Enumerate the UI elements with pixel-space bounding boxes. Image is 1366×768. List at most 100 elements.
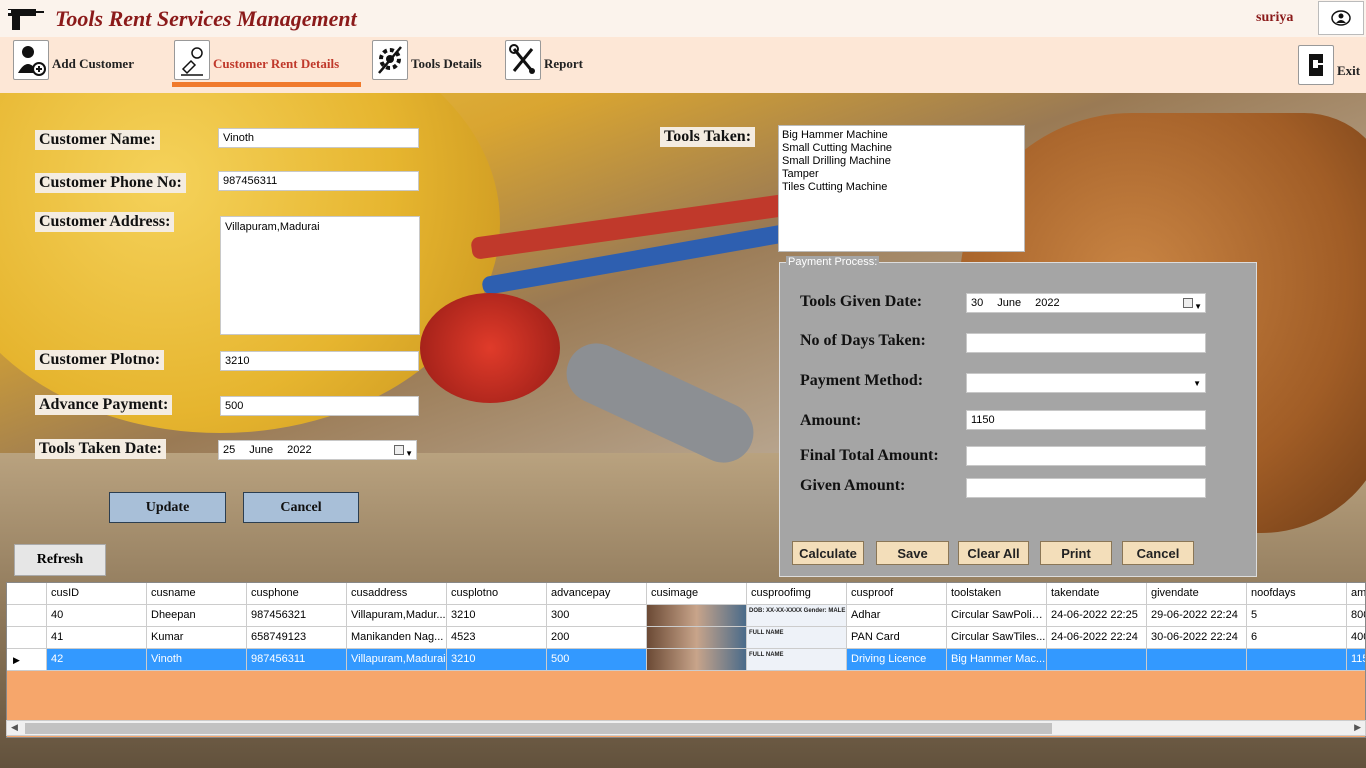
table-cell[interactable]: 987456311 [247,649,347,671]
tools-taken-date-picker[interactable]: 25 June 2022 ▼ [218,440,417,460]
table-cell[interactable]: 41 [47,627,147,649]
table-cell[interactable]: 400 [1347,627,1365,649]
row-header[interactable] [7,605,47,627]
nav-customer-rent-details[interactable]: Customer Rent Details [174,40,339,80]
table-cell[interactable] [1247,649,1347,671]
table-cell[interactable]: 300 [547,605,647,627]
cusimage-thumbnail[interactable] [647,649,747,671]
nav-report[interactable]: Report [505,40,583,80]
table-cell[interactable]: 658749123 [247,627,347,649]
save-button[interactable]: Save [876,541,949,565]
table-cell[interactable]: 987456321 [247,605,347,627]
table-cell[interactable]: Driving Licence [847,649,947,671]
table-cell[interactable]: 3210 [447,649,547,671]
table-cell[interactable]: 115 [1347,649,1365,671]
payment-cancel-button[interactable]: Cancel [1122,541,1194,565]
table-cell[interactable]: 800 [1347,605,1365,627]
tools-given-date-picker[interactable]: 30 June 2022 ▼ [966,293,1206,313]
table-cell[interactable]: 24-06-2022 22:24 [1047,627,1147,649]
table-cell[interactable]: Circular SawPolis... [947,605,1047,627]
grid-column-header[interactable]: cusplotno [447,583,547,605]
cusimage-thumbnail[interactable] [647,627,747,649]
grid-column-header[interactable]: cusproofimg [747,583,847,605]
row-header[interactable] [7,627,47,649]
table-cell[interactable] [1147,649,1247,671]
table-cell[interactable]: Adhar [847,605,947,627]
drill-shape [420,293,560,403]
table-cell[interactable]: 29-06-2022 22:24 [1147,605,1247,627]
payment-method-select[interactable]: ▼ [966,373,1206,393]
table-cell[interactable]: 6 [1247,627,1347,649]
table-cell[interactable]: Circular SawTiles... [947,627,1047,649]
cusproofimg-thumbnail[interactable]: DOB: XX-XX-XXXX Gender: MALE [747,605,847,627]
scroll-right-icon[interactable]: ▶ [1354,722,1361,733]
table-cell[interactable]: 42 [47,649,147,671]
nav-tools-details[interactable]: Tools Details [372,40,482,80]
clear-all-button[interactable]: Clear All [958,541,1029,565]
scroll-left-icon[interactable]: ◀ [11,722,18,733]
final-total-amount-input[interactable] [966,446,1206,466]
user-account-button[interactable] [1318,1,1364,35]
customer-phone-input[interactable]: 987456311 [218,171,419,191]
customer-rent-grid[interactable]: cusID cusname cusphone cusaddress cusplotno a… [6,582,1366,738]
given-amount-input[interactable] [966,478,1206,498]
grid-horizontal-scrollbar[interactable]: ◀ ▶ [6,720,1366,736]
cusimage-thumbnail[interactable] [647,605,747,627]
tools-list-item[interactable]: Tamper [782,168,1021,181]
table-cell[interactable]: 30-06-2022 22:24 [1147,627,1247,649]
tools-list-item[interactable]: Big Hammer Machine [782,129,1021,142]
tools-list-item[interactable]: Small Drilling Machine [782,155,1021,168]
amount-input[interactable]: 1150 [966,410,1206,430]
grid-column-header[interactable]: advancepay [547,583,647,605]
table-cell[interactable] [1047,649,1147,671]
nav-add-customer[interactable]: Add Customer [13,40,134,80]
table-cell[interactable]: 3210 [447,605,547,627]
cancel-button[interactable]: Cancel [243,492,359,523]
advance-payment-input[interactable]: 500 [220,396,419,416]
table-row[interactable]: 41 Kumar 658749123 Manikanden Nag... 4523 200… [7,627,1365,649]
grid-column-header[interactable]: cusimage [647,583,747,605]
cusproofimg-thumbnail[interactable]: FULL NAME [747,649,847,671]
table-row[interactable]: ▶ 42 Vinoth 987456311 Villapuram,Madurai 3210… [7,649,1365,671]
table-row[interactable]: 40 Dheepan 987456321 Villapuram,Madur... 321… [7,605,1365,627]
row-header[interactable]: ▶ [7,649,47,671]
table-cell[interactable]: Manikanden Nag... [347,627,447,649]
grid-column-header[interactable]: cusname [147,583,247,605]
grid-column-header[interactable]: cusaddress [347,583,447,605]
table-cell[interactable]: 4523 [447,627,547,649]
days-taken-input[interactable] [966,333,1206,353]
grid-column-header[interactable]: cusID [47,583,147,605]
calculate-button[interactable]: Calculate [792,541,864,565]
customer-plotno-input[interactable]: 3210 [220,351,419,371]
tools-list-item[interactable]: Small Cutting Machine [782,142,1021,155]
update-button[interactable]: Update [109,492,226,523]
table-cell[interactable]: PAN Card [847,627,947,649]
table-cell[interactable]: 200 [547,627,647,649]
cusproofimg-thumbnail[interactable]: FULL NAME [747,627,847,649]
tools-taken-list[interactable]: Big Hammer Machine Small Cutting Machine… [778,125,1025,252]
table-cell[interactable]: Kumar [147,627,247,649]
exit-button[interactable]: Exit [1298,45,1360,85]
scrollbar-thumb[interactable] [25,723,1052,734]
table-cell[interactable]: 40 [47,605,147,627]
customer-name-input[interactable]: Vinoth [218,128,419,148]
grid-column-header[interactable]: cusphone [247,583,347,605]
refresh-button[interactable]: Refresh [14,544,106,576]
grid-column-header[interactable]: am [1347,583,1365,605]
table-cell[interactable]: Villapuram,Madurai [347,649,447,671]
table-cell[interactable]: Big Hammer Mac... [947,649,1047,671]
grid-column-header[interactable]: cusproof [847,583,947,605]
grid-column-header[interactable]: noofdays [1247,583,1347,605]
table-cell[interactable]: 5 [1247,605,1347,627]
table-cell[interactable]: 24-06-2022 22:25 [1047,605,1147,627]
print-button[interactable]: Print [1040,541,1112,565]
grid-column-header[interactable]: givendate [1147,583,1247,605]
customer-address-input[interactable]: Villapuram,Madurai [220,216,420,335]
table-cell[interactable]: Vinoth [147,649,247,671]
tools-list-item[interactable]: Tiles Cutting Machine [782,181,1021,194]
table-cell[interactable]: Villapuram,Madur... [347,605,447,627]
grid-column-header[interactable]: takendate [1047,583,1147,605]
table-cell[interactable]: Dheepan [147,605,247,627]
table-cell[interactable]: 500 [547,649,647,671]
grid-column-header[interactable]: toolstaken [947,583,1047,605]
